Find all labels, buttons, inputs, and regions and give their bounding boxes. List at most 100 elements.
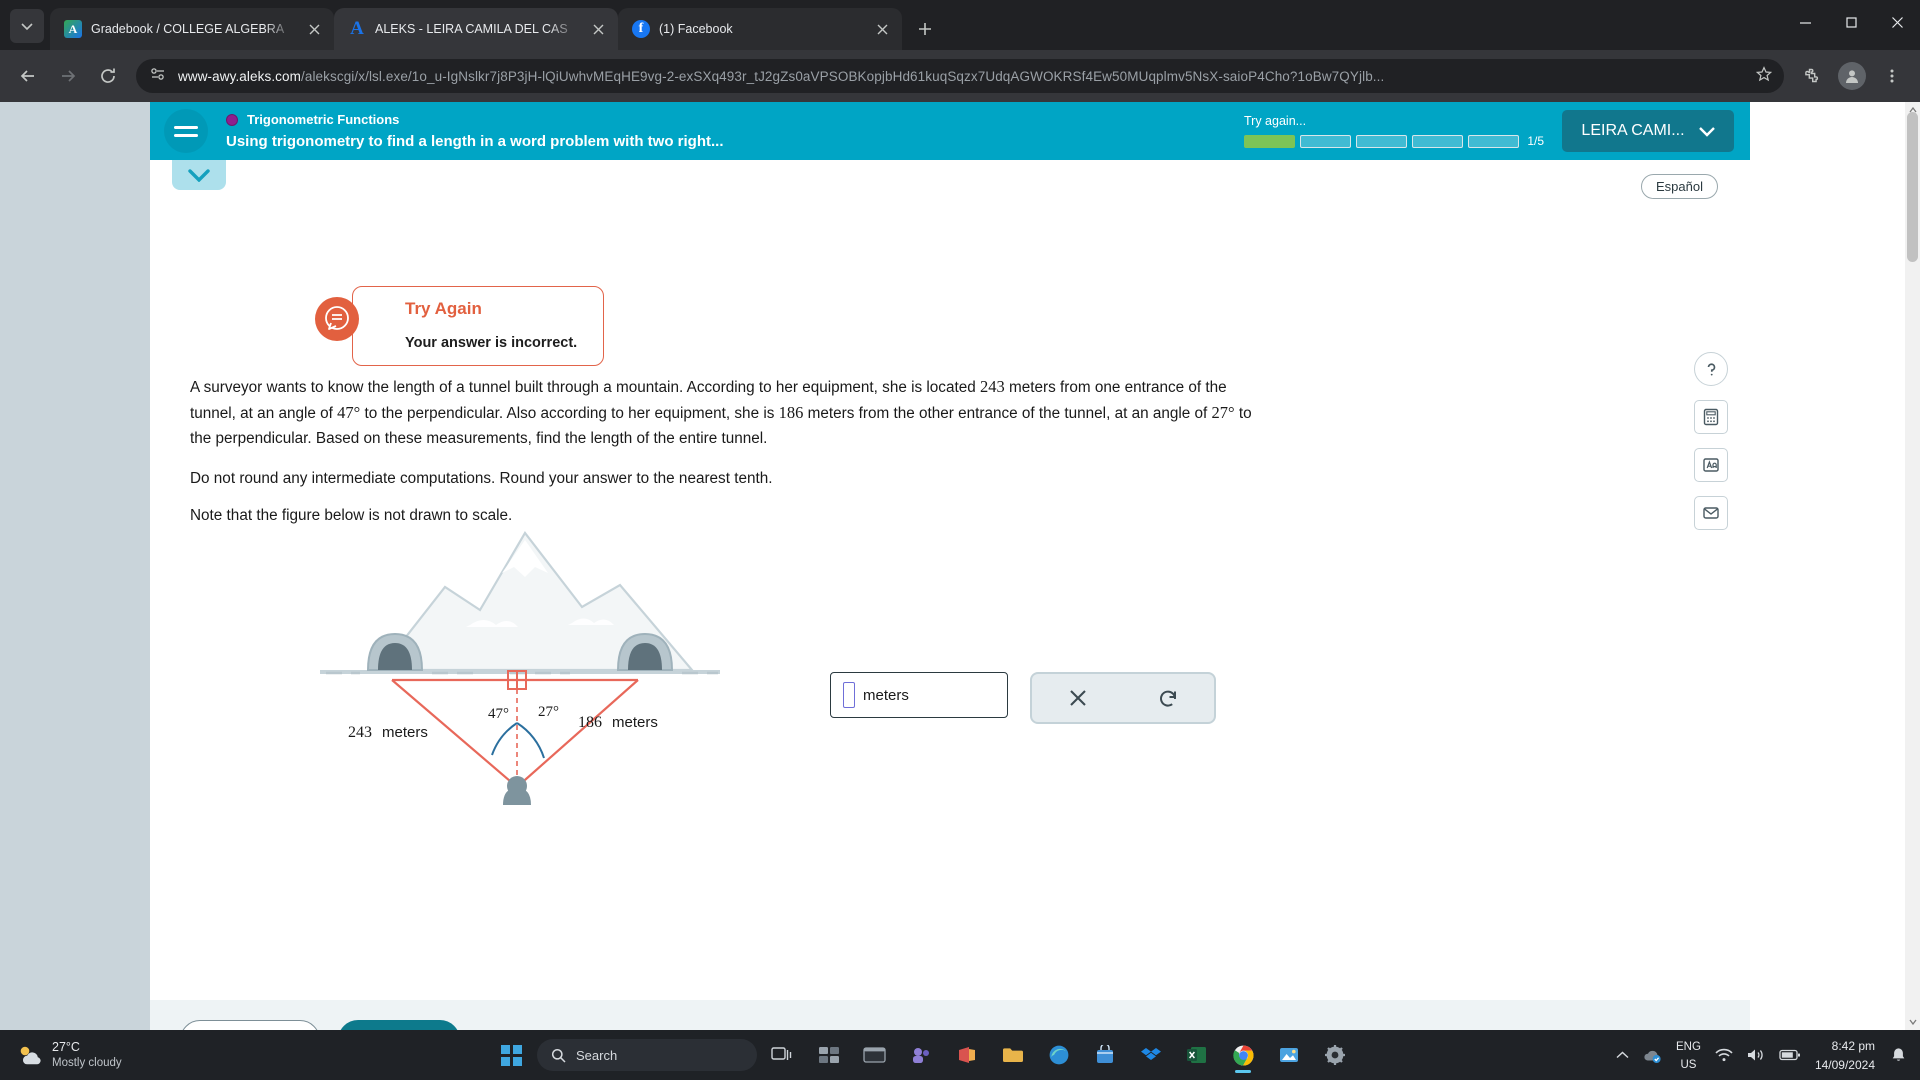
browser-tab-aleks[interactable]: A ALEKS - LEIRA CAMILA DEL CAS bbox=[334, 8, 618, 50]
close-window-button[interactable] bbox=[1874, 0, 1920, 44]
new-tab-button[interactable] bbox=[910, 14, 940, 44]
extensions-icon[interactable] bbox=[1794, 58, 1830, 94]
page-scrollbar[interactable] bbox=[1905, 102, 1920, 1030]
aleks-favicon-icon: A bbox=[350, 18, 364, 39]
weather-text: 27°C Mostly cloudy bbox=[52, 1040, 122, 1070]
edge-icon[interactable] bbox=[1039, 1035, 1079, 1075]
search-placeholder: Search bbox=[576, 1047, 618, 1063]
gradebook-favicon-icon: A bbox=[64, 20, 82, 38]
collapse-header-button[interactable] bbox=[172, 160, 226, 190]
topic-row: Trigonometric Functions bbox=[226, 112, 1244, 127]
progress-segment bbox=[1244, 134, 1296, 148]
angle-right-label: 27° bbox=[538, 704, 559, 720]
problem-rounding-note: Do not round any intermediate computatio… bbox=[190, 470, 773, 487]
user-name-label: LEIRA CAMI... bbox=[1581, 122, 1685, 139]
start-button[interactable] bbox=[491, 1035, 531, 1075]
header-text-block: Trigonometric Functions Using trigonomet… bbox=[226, 112, 1244, 150]
explanation-button[interactable]: Explanation bbox=[180, 1020, 320, 1030]
progress-status-label: Try again... bbox=[1244, 114, 1307, 128]
feedback-message: Your answer is incorrect. bbox=[405, 335, 578, 351]
tab-title: ALEKS - LEIRA CAMILA DEL CAS bbox=[375, 22, 568, 36]
back-icon[interactable] bbox=[10, 58, 46, 94]
taskbar-clock[interactable]: 8:42 pm 14/09/2024 bbox=[1815, 1036, 1877, 1074]
page-viewport: Trigonometric Functions Using trigonomet… bbox=[0, 102, 1920, 1030]
problem-statement: A surveyor wants to know the length of a… bbox=[190, 374, 1390, 525]
file-explorer-icon[interactable] bbox=[855, 1035, 895, 1075]
problem-line-3: the perpendicular. Based on these measur… bbox=[190, 430, 768, 447]
calculator-button[interactable] bbox=[1694, 400, 1728, 434]
distance-left-value: 243 bbox=[348, 724, 372, 741]
site-settings-icon[interactable] bbox=[150, 66, 166, 87]
tab-close-icon[interactable] bbox=[872, 19, 892, 39]
progress-segment bbox=[1300, 134, 1352, 148]
action-bar: Explanation Recheck bbox=[150, 1000, 1750, 1030]
message-button[interactable] bbox=[1694, 496, 1728, 530]
problem-text: to the perpendicular. Also according to … bbox=[360, 405, 779, 422]
espanol-language-button[interactable]: Español bbox=[1641, 174, 1718, 199]
tab-strip: A Gradebook / COLLEGE ALGEBRA A ALEKS - … bbox=[0, 0, 1920, 50]
problem-line-1: A surveyor wants to know the length of a… bbox=[190, 374, 1390, 400]
menu-hamburger-icon[interactable] bbox=[164, 109, 208, 153]
notifications-bell-icon[interactable] bbox=[1891, 1047, 1906, 1063]
problem-value-27deg: 27° bbox=[1211, 403, 1235, 422]
search-icon bbox=[551, 1048, 566, 1063]
profile-avatar[interactable] bbox=[1838, 62, 1866, 90]
progress-segment bbox=[1468, 134, 1520, 148]
tab-close-icon[interactable] bbox=[588, 19, 608, 39]
chrome-taskbar-icon[interactable] bbox=[1223, 1035, 1263, 1075]
recheck-button[interactable]: Recheck bbox=[338, 1020, 460, 1030]
undo-button[interactable] bbox=[1147, 680, 1191, 716]
clear-answer-button[interactable] bbox=[1056, 680, 1100, 716]
address-bar[interactable]: www-awy.aleks.com/alekscgi/x/lsl.exe/1o_… bbox=[136, 59, 1784, 93]
feedback-panel: Try Again Your answer is incorrect. bbox=[315, 286, 604, 366]
problem-text: tunnel, at an angle of bbox=[190, 405, 338, 422]
answer-text-cursor bbox=[843, 682, 855, 708]
problem-text: meters from the other entrance of the tu… bbox=[803, 405, 1212, 422]
onedrive-sync-icon[interactable] bbox=[1643, 1048, 1662, 1063]
folder-icon[interactable] bbox=[993, 1035, 1033, 1075]
tray-expand-icon[interactable] bbox=[1616, 1051, 1629, 1060]
reload-icon[interactable] bbox=[90, 58, 126, 94]
dropbox-icon[interactable] bbox=[1131, 1035, 1171, 1075]
maximize-button[interactable] bbox=[1828, 0, 1874, 44]
widgets-icon[interactable] bbox=[809, 1035, 849, 1075]
store-icon[interactable] bbox=[1085, 1035, 1125, 1075]
clock-date: 14/09/2024 bbox=[1814, 1058, 1875, 1072]
answer-input-field[interactable]: meters bbox=[830, 672, 1008, 718]
weather-widget[interactable]: 27°C Mostly cloudy bbox=[0, 1040, 230, 1070]
teams-icon[interactable] bbox=[901, 1035, 941, 1075]
settings-icon[interactable] bbox=[1315, 1035, 1355, 1075]
bookmark-star-icon[interactable] bbox=[1755, 65, 1773, 87]
language-indicator[interactable]: ENG US bbox=[1676, 1037, 1701, 1074]
help-button[interactable] bbox=[1694, 352, 1728, 386]
tunnel-diagram: 47° 27° 243 meters 186 meters bbox=[320, 515, 750, 805]
scrollbar-thumb[interactable] bbox=[1907, 112, 1918, 262]
text-tool-button[interactable] bbox=[1694, 448, 1728, 482]
taskbar-search-box[interactable]: Search bbox=[537, 1039, 757, 1071]
tab-close-icon[interactable] bbox=[304, 19, 324, 39]
battery-icon[interactable] bbox=[1779, 1049, 1801, 1061]
user-menu-button[interactable]: LEIRA CAMI... bbox=[1562, 110, 1734, 152]
topic-label: Trigonometric Functions bbox=[247, 112, 400, 127]
office-icon[interactable] bbox=[947, 1035, 987, 1075]
forward-icon[interactable] bbox=[50, 58, 86, 94]
excel-icon[interactable] bbox=[1177, 1035, 1217, 1075]
photos-icon[interactable] bbox=[1269, 1035, 1309, 1075]
browser-tab-facebook[interactable]: f (1) Facebook bbox=[618, 8, 902, 50]
problem-value-186: 186 bbox=[778, 403, 804, 422]
progress-segment bbox=[1412, 134, 1464, 148]
lesson-title: Using trigonometry to find a length in a… bbox=[226, 133, 724, 150]
minimize-button[interactable] bbox=[1782, 0, 1828, 44]
chrome-menu-icon[interactable] bbox=[1874, 58, 1910, 94]
browser-tab-gradebook[interactable]: A Gradebook / COLLEGE ALGEBRA bbox=[50, 8, 334, 50]
taskview-icon[interactable] bbox=[763, 1035, 803, 1075]
wifi-icon[interactable] bbox=[1715, 1048, 1733, 1062]
volume-icon[interactable] bbox=[1747, 1048, 1765, 1062]
progress-count: 1/5 bbox=[1527, 134, 1544, 148]
scroll-down-arrow-icon[interactable] bbox=[1905, 1014, 1920, 1030]
tab-search-dropdown-button[interactable] bbox=[10, 9, 44, 43]
progress-segment bbox=[1356, 134, 1408, 148]
taskbar-center: Search bbox=[230, 1035, 1616, 1075]
distance-left-unit: meters bbox=[382, 724, 428, 741]
language-line-1: ENG bbox=[1676, 1040, 1701, 1053]
